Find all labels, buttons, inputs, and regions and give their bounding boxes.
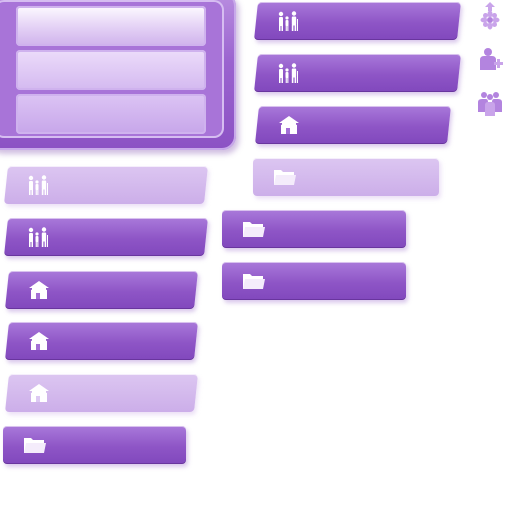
tab-family-left[interactable] bbox=[4, 218, 208, 256]
home-icon bbox=[27, 330, 51, 352]
panel-row-2[interactable] bbox=[16, 50, 206, 90]
upload-flower-icon[interactable] bbox=[476, 2, 504, 30]
tab-folder-mid-2[interactable] bbox=[222, 262, 406, 300]
tab-folder-top-faded[interactable] bbox=[253, 158, 439, 196]
group-icon[interactable] bbox=[476, 90, 504, 118]
tab-home-left-faded[interactable] bbox=[5, 374, 198, 412]
tab-home-top[interactable] bbox=[255, 106, 451, 144]
tab-family-top-1[interactable] bbox=[254, 2, 461, 40]
family-icon bbox=[26, 226, 50, 248]
panel-row-3[interactable] bbox=[16, 94, 206, 134]
tab-family-left-faded[interactable] bbox=[4, 166, 208, 204]
family-icon bbox=[276, 62, 300, 84]
tab-home-left-1[interactable] bbox=[5, 271, 198, 309]
folder-icon bbox=[242, 270, 266, 292]
add-user-icon[interactable] bbox=[476, 46, 504, 74]
tab-family-top-2[interactable] bbox=[254, 54, 461, 92]
folder-icon bbox=[273, 166, 297, 188]
panel-row-1[interactable] bbox=[16, 6, 206, 46]
home-icon bbox=[27, 279, 51, 301]
tab-folder-mid-1[interactable] bbox=[222, 210, 406, 248]
folder-icon bbox=[23, 434, 47, 456]
panel-frame bbox=[0, 0, 236, 150]
folder-icon bbox=[242, 218, 266, 240]
home-icon bbox=[27, 382, 51, 404]
family-icon bbox=[26, 174, 50, 196]
home-icon bbox=[277, 114, 301, 136]
tab-folder-left[interactable] bbox=[3, 426, 186, 464]
family-icon bbox=[276, 10, 300, 32]
tab-home-left-2[interactable] bbox=[5, 322, 198, 360]
